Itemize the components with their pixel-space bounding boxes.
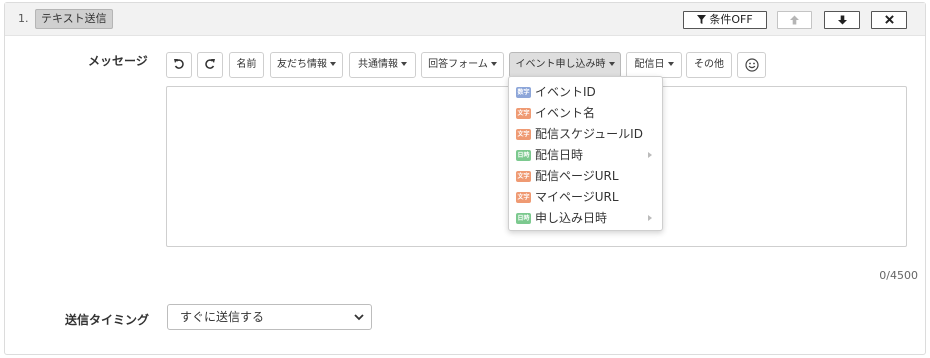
- send-timing-select[interactable]: すぐに送信する: [167, 304, 372, 330]
- menu-item-label: 配信日時: [535, 148, 584, 162]
- answer-form-label: 回答フォーム: [428, 59, 488, 70]
- menu-item-mypage-url[interactable]: 文字 マイページURL: [509, 187, 662, 207]
- text-tag-badge: 文字: [516, 192, 531, 203]
- delivery-date-label: 配信日: [634, 59, 665, 70]
- caret-down-icon: [490, 62, 497, 66]
- menu-item-delivery-datetime[interactable]: 日時 配信日時: [509, 145, 662, 165]
- event-application-label: イベント申し込み時: [515, 59, 606, 70]
- move-down-button[interactable]: [824, 11, 860, 29]
- event-application-menu: 数字 イベントID 文字 イベント名 文字 配信スケジュールID 日時 配信日時…: [508, 76, 663, 231]
- delivery-date-dropdown[interactable]: 配信日: [626, 52, 682, 78]
- menu-item-label: 申し込み日時: [535, 211, 608, 225]
- delete-step-button[interactable]: [871, 11, 907, 29]
- undo-button[interactable]: [166, 52, 192, 78]
- datetime-tag-badge: 日時: [516, 150, 531, 161]
- friend-info-dropdown[interactable]: 友だち情報: [270, 52, 343, 78]
- smile-icon: [744, 58, 759, 72]
- other-button[interactable]: その他: [686, 52, 732, 78]
- text-tag-badge: 文字: [516, 129, 531, 140]
- emoji-button[interactable]: [737, 52, 766, 78]
- step-type-badge: テキスト送信: [35, 9, 113, 29]
- caret-down-icon: [608, 62, 615, 66]
- text-tag-badge: 文字: [516, 108, 531, 119]
- menu-item-label: イベントID: [535, 85, 596, 99]
- redo-icon: [204, 58, 216, 70]
- undo-icon: [173, 58, 185, 70]
- menu-item-label: 配信スケジュールID: [535, 127, 643, 141]
- menu-item-event-name[interactable]: 文字 イベント名: [509, 103, 662, 123]
- caret-down-icon: [667, 62, 674, 66]
- send-timing-label: 送信タイミング: [65, 313, 150, 327]
- insert-name-button[interactable]: 名前: [229, 52, 264, 78]
- text-tag-badge: 文字: [516, 171, 531, 182]
- datetime-tag-badge: 日時: [516, 213, 531, 224]
- move-up-button[interactable]: [777, 11, 812, 29]
- condition-toggle-button[interactable]: 条件OFF: [683, 11, 767, 29]
- chevron-right-icon: [648, 152, 652, 158]
- close-icon: [884, 15, 894, 24]
- arrow-down-icon: [837, 15, 847, 25]
- character-counter: 0/4500: [879, 269, 918, 282]
- menu-item-event-id[interactable]: 数字 イベントID: [509, 82, 662, 102]
- chevron-down-icon: [353, 311, 365, 323]
- common-info-label: 共通情報: [358, 59, 398, 70]
- number-tag-badge: 数字: [516, 87, 531, 98]
- menu-item-label: イベント名: [535, 106, 596, 120]
- send-timing-value: すぐに送信する: [180, 310, 265, 324]
- answer-form-dropdown[interactable]: 回答フォーム: [421, 52, 504, 78]
- common-info-dropdown[interactable]: 共通情報: [349, 52, 416, 78]
- menu-item-label: マイページURL: [535, 190, 619, 204]
- menu-item-delivery-page-url[interactable]: 文字 配信ページURL: [509, 166, 662, 186]
- chevron-right-icon: [648, 215, 652, 221]
- caret-down-icon: [330, 62, 336, 66]
- condition-toggle-label: 条件OFF: [709, 13, 753, 26]
- caret-down-icon: [401, 62, 407, 66]
- step-number: 1.: [18, 12, 29, 25]
- arrow-up-icon: [790, 15, 799, 25]
- menu-item-delivery-schedule-id[interactable]: 文字 配信スケジュールID: [509, 124, 662, 144]
- event-application-dropdown[interactable]: イベント申し込み時: [509, 52, 621, 78]
- step-header: 1. テキスト送信 条件OFF: [5, 3, 925, 36]
- menu-item-label: 配信ページURL: [535, 169, 619, 183]
- friend-info-label: 友だち情報: [277, 59, 327, 70]
- redo-button[interactable]: [197, 52, 223, 78]
- menu-item-application-datetime[interactable]: 日時 申し込み日時: [509, 208, 662, 228]
- message-label: メッセージ: [88, 54, 148, 68]
- filter-icon: [697, 14, 707, 24]
